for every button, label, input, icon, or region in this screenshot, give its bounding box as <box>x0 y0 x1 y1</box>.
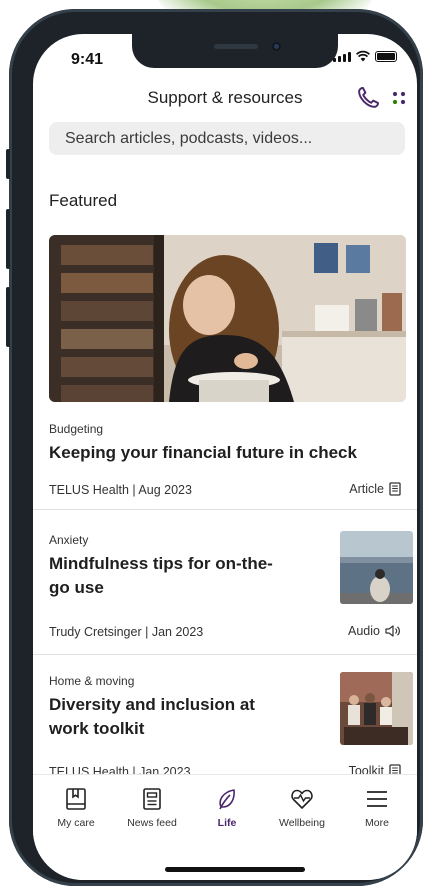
article-icon <box>389 482 401 496</box>
status-icons <box>333 50 397 62</box>
card-thumbnail[interactable] <box>340 672 413 745</box>
card-type-label: Audio <box>348 624 380 638</box>
heart-pulse-icon <box>291 789 313 809</box>
speaker <box>214 44 258 49</box>
card-title-line2[interactable]: go use <box>49 576 104 600</box>
app-screen: 9:41 Support & resources Featured <box>33 34 417 880</box>
hero-photo <box>49 235 406 402</box>
apps-grid-icon[interactable] <box>391 90 407 106</box>
card-type-label: Article <box>349 482 384 496</box>
nav-label: News feed <box>127 817 177 829</box>
volume-down-button <box>6 287 10 347</box>
featured-heading: Featured <box>49 191 118 210</box>
card-category: Home & moving <box>49 674 135 688</box>
lake-photo <box>340 531 413 604</box>
card-meta: TELUS Health | Aug 2023 <box>49 483 192 497</box>
leaf-icon <box>219 789 235 810</box>
volume-up-button <box>6 209 10 269</box>
nav-label: My care <box>57 817 95 829</box>
book-icon <box>66 788 86 810</box>
menu-icon <box>367 791 387 807</box>
featured-image[interactable] <box>49 235 406 402</box>
phone-frame: 9:41 Support & resources Featured <box>6 9 423 886</box>
phone-call-icon[interactable] <box>355 85 381 111</box>
status-time: 9:41 <box>71 51 104 68</box>
nav-item-wellbeing[interactable]: Wellbeing <box>264 787 340 829</box>
card-type: Article <box>349 482 401 496</box>
nav-item-my-care[interactable]: My care <box>38 787 114 829</box>
card-thumbnail[interactable] <box>340 531 413 604</box>
mute-switch <box>6 149 10 179</box>
nav-label: Wellbeing <box>279 817 325 829</box>
group-photo <box>340 672 413 745</box>
card-title-line1[interactable]: Diversity and inclusion at <box>49 693 255 717</box>
nav-item-news-feed[interactable]: News feed <box>114 787 190 829</box>
speaker-icon <box>385 625 400 637</box>
notch <box>132 34 338 68</box>
card-category: Anxiety <box>49 533 89 547</box>
front-camera <box>272 42 281 51</box>
bottom-nav: My care News feed Life Wellbeing More <box>33 774 417 880</box>
divider <box>33 509 417 510</box>
nav-label: Life <box>217 817 237 829</box>
nav-item-more[interactable]: More <box>339 787 415 829</box>
card-title-line1[interactable]: Mindfulness tips for on-the- <box>49 552 273 576</box>
card-type: Audio <box>348 624 401 638</box>
home-indicator[interactable] <box>165 867 305 872</box>
signal-icon <box>333 52 351 62</box>
nav-label: More <box>365 817 389 829</box>
card-title-line2[interactable]: work toolkit <box>49 717 144 741</box>
wifi-icon <box>356 50 370 62</box>
search-input[interactable] <box>49 122 405 155</box>
battery-icon <box>375 51 397 62</box>
card-title[interactable]: Keeping your financial future in check <box>49 441 357 465</box>
card-category: Budgeting <box>49 422 104 436</box>
nav-item-life[interactable]: Life <box>189 787 265 829</box>
divider <box>33 654 417 655</box>
newspaper-icon <box>143 788 161 810</box>
card-meta: Trudy Cretsinger | Jan 2023 <box>49 625 204 639</box>
search-bar[interactable] <box>49 122 405 155</box>
